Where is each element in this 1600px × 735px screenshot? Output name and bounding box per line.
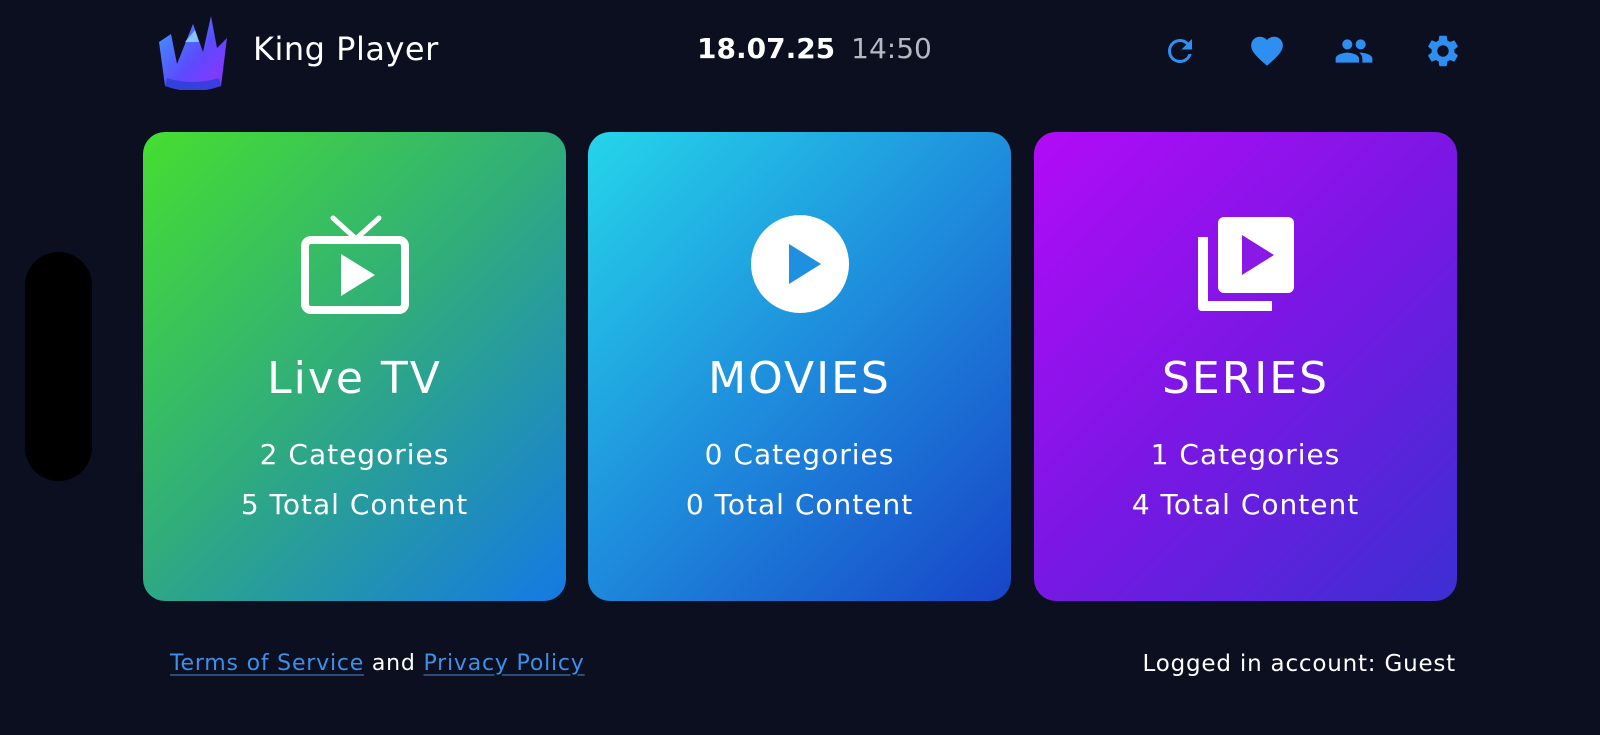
series-card[interactable]: SERIES 1 Categories 4 Total Content — [1034, 132, 1457, 601]
play-circle-icon — [588, 215, 1011, 313]
live-tv-card[interactable]: Live TV 2 Categories 5 Total Content — [143, 132, 566, 601]
card-title: Live TV — [267, 353, 442, 404]
privacy-policy-link[interactable]: Privacy Policy — [423, 651, 584, 676]
refresh-button[interactable] — [1156, 27, 1204, 75]
app-title: King Player — [253, 30, 439, 68]
tv-play-icon — [143, 214, 566, 314]
card-total-content: 5 Total Content — [240, 488, 469, 521]
card-total-content: 4 Total Content — [1131, 488, 1360, 521]
device-notch — [25, 252, 92, 481]
card-total-content: 0 Total Content — [685, 488, 914, 521]
current-date: 18.07.25 — [697, 32, 836, 65]
favorites-button[interactable] — [1243, 27, 1291, 75]
settings-button[interactable] — [1419, 27, 1467, 75]
users-icon — [1332, 31, 1376, 71]
top-bar: King Player 18.07.25 14:50 — [0, 0, 1600, 110]
accounts-button[interactable] — [1330, 27, 1378, 75]
date-time: 18.07.25 14:50 — [697, 32, 932, 65]
refresh-icon — [1162, 33, 1198, 69]
crown-logo-icon — [155, 12, 231, 91]
gear-icon — [1424, 32, 1462, 70]
card-title: MOVIES — [708, 353, 891, 404]
movies-card[interactable]: MOVIES 0 Categories 0 Total Content — [588, 132, 1011, 601]
heart-icon — [1247, 32, 1287, 70]
and-text: and — [371, 651, 416, 676]
legal-links: Terms of Service and Privacy Policy — [170, 651, 585, 676]
card-categories: 2 Categories — [259, 438, 450, 471]
current-time: 14:50 — [851, 32, 932, 65]
account-status: Logged in account: Guest — [1142, 651, 1456, 677]
card-title: SERIES — [1161, 353, 1329, 404]
terms-of-service-link[interactable]: Terms of Service — [170, 651, 364, 676]
card-categories: 1 Categories — [1150, 438, 1341, 471]
video-library-icon — [1034, 215, 1457, 313]
card-categories: 0 Categories — [704, 438, 895, 471]
